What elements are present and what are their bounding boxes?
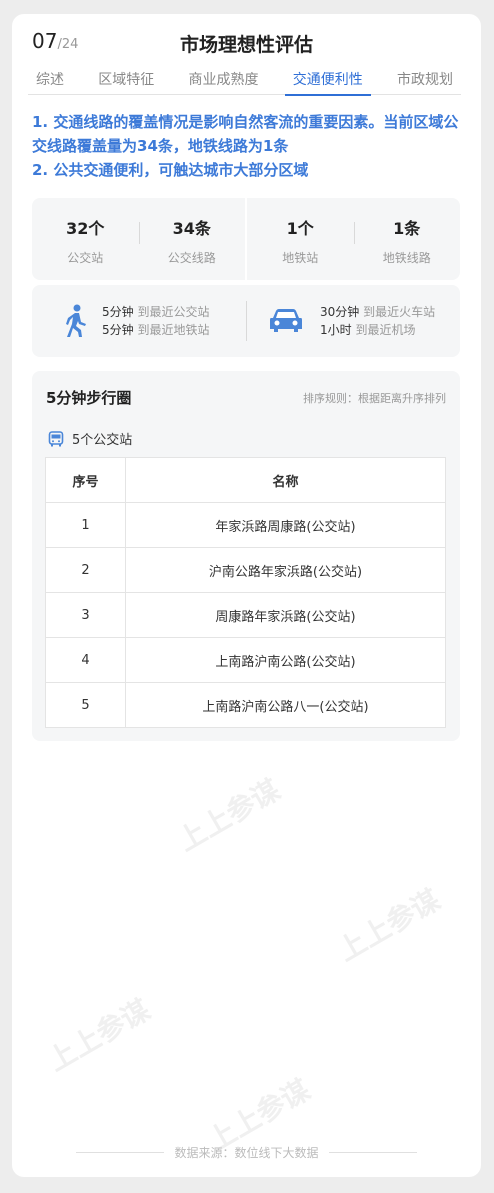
summary-line-2: 2. 公共交通便利，可触达城市大部分区域	[32, 161, 309, 179]
stat-value: 1条	[393, 219, 421, 238]
walk-distances: 5分钟 到最近公交站 5分钟 到最近地铁站	[32, 285, 246, 357]
car-time: 1小时	[320, 323, 352, 337]
stat-label: 地铁线路	[382, 251, 431, 265]
stat-label: 地铁站	[282, 251, 319, 265]
stats-panel: 32个 公交站 34条 公交线路 1个 地铁站 1条 地铁线路	[32, 198, 460, 280]
walk-distance-metro: 5分钟 到最近地铁站	[102, 321, 209, 339]
walk-desc: 到最近地铁站	[137, 323, 210, 337]
table-row: 1 年家浜路周康路(公交站)	[45, 502, 446, 548]
tab-transport[interactable]: 交通便利性	[284, 67, 371, 96]
car-distance-list: 30分钟 到最近火车站 1小时 到最近机场	[320, 303, 435, 339]
stat-label: 公交线路	[167, 251, 216, 265]
table-row: 2 沪南公路年家浜路(公交站)	[45, 547, 446, 593]
tab-commerce[interactable]: 商业成熟度	[181, 67, 267, 95]
stat-bus-stops: 32个 公交站	[32, 198, 139, 280]
table-header-row: 序号 名称	[45, 457, 446, 503]
table-row: 5 上南路沪南公路八一(公交站)	[45, 682, 446, 728]
metro-stats: 1个 地铁站 1条 地铁线路	[245, 198, 460, 280]
tab-region[interactable]: 区域特征	[90, 67, 162, 95]
row-no: 2	[45, 547, 126, 593]
watermark: 上上参谋	[172, 773, 286, 858]
header: 07/24 市场理想性评估	[12, 14, 481, 70]
distance-panel: 5分钟 到最近公交站 5分钟 到最近地铁站 30分钟 到最近火车站 1小时 到最…	[32, 285, 460, 357]
column-header-no: 序号	[45, 457, 126, 503]
row-name: 周康路年家浜路(公交站)	[125, 592, 446, 638]
car-time: 30分钟	[320, 305, 360, 319]
summary: 1. 交通线路的覆盖情况是影响自然客流的重要因素。当前区域公交线路覆盖量为34条…	[32, 110, 467, 182]
footer-divider-right	[328, 1152, 417, 1153]
row-no: 1	[45, 502, 126, 548]
report-card: 07/24 市场理想性评估 综述 区域特征 商业成熟度 交通便利性 市政规划 1…	[12, 14, 481, 1177]
walk-circle-panel: 5分钟步行圈 排序规则：根据距离升序排列 5个公交站 序号 名称 1 年家浜路周…	[32, 371, 460, 741]
row-name: 上南路沪南公路八一(公交站)	[125, 682, 446, 728]
walk-distance-bus: 5分钟 到最近公交站	[102, 303, 209, 321]
row-name: 上南路沪南公路(公交站)	[125, 637, 446, 683]
row-no: 4	[45, 637, 126, 683]
tab-planning[interactable]: 市政规划	[389, 67, 461, 95]
car-desc: 到最近火车站	[363, 305, 436, 319]
summary-line-1: 1. 交通线路的覆盖情况是影响自然客流的重要因素。当前区域公交线路覆盖量为34条…	[32, 113, 459, 155]
data-source: 数据来源：数位线下大数据	[174, 1146, 319, 1160]
footer: 数据来源：数位线下大数据	[12, 1144, 481, 1161]
table-row: 3 周康路年家浜路(公交站)	[45, 592, 446, 638]
tab-overview[interactable]: 综述	[28, 67, 72, 95]
watermark: 上上参谋	[332, 883, 446, 968]
car-icon	[266, 301, 306, 341]
watermark: 上上参谋	[42, 993, 156, 1078]
stat-bus-lines: 34条 公交线路	[138, 198, 246, 280]
bus-count: 5个公交站	[48, 429, 132, 448]
car-desc: 到最近机场	[355, 323, 416, 337]
walk-time: 5分钟	[102, 305, 134, 319]
walking-person-icon	[56, 301, 96, 341]
footer-divider-left	[76, 1152, 165, 1153]
sort-rule: 排序规则：根据距离升序排列	[303, 392, 446, 405]
car-distances: 30分钟 到最近火车站 1小时 到最近机场	[246, 285, 460, 357]
stat-metro-lines: 1条 地铁线路	[353, 198, 461, 280]
bus-stop-table: 序号 名称 1 年家浜路周康路(公交站) 2 沪南公路年家浜路(公交站) 3 周…	[45, 457, 446, 728]
car-distance-train: 30分钟 到最近火车站	[320, 303, 435, 321]
row-name: 年家浜路周康路(公交站)	[125, 502, 446, 548]
tab-bar: 综述 区域特征 商业成熟度 交通便利性 市政规划	[28, 67, 461, 96]
walk-circle-title: 5分钟步行圈	[46, 389, 132, 407]
walk-time: 5分钟	[102, 323, 134, 337]
stat-label: 公交站	[67, 251, 104, 265]
car-distance-airport: 1小时 到最近机场	[320, 321, 435, 339]
walk-distance-list: 5分钟 到最近公交站 5分钟 到最近地铁站	[102, 303, 209, 339]
column-header-name: 名称	[125, 457, 446, 503]
bus-stats: 32个 公交站 34条 公交线路	[32, 198, 245, 280]
page-title: 市场理想性评估	[179, 34, 313, 56]
stat-metro-stations: 1个 地铁站	[247, 198, 354, 280]
stat-value: 32个	[66, 219, 105, 238]
table-row: 4 上南路沪南公路(公交站)	[45, 637, 446, 683]
stat-value: 34条	[172, 219, 211, 238]
row-no: 3	[45, 592, 126, 638]
row-name: 沪南公路年家浜路(公交站)	[125, 547, 446, 593]
row-no: 5	[45, 682, 126, 728]
bus-count-label: 5个公交站	[72, 433, 133, 448]
bus-icon	[48, 430, 64, 447]
stat-value: 1个	[286, 219, 314, 238]
walk-desc: 到最近公交站	[137, 305, 210, 319]
